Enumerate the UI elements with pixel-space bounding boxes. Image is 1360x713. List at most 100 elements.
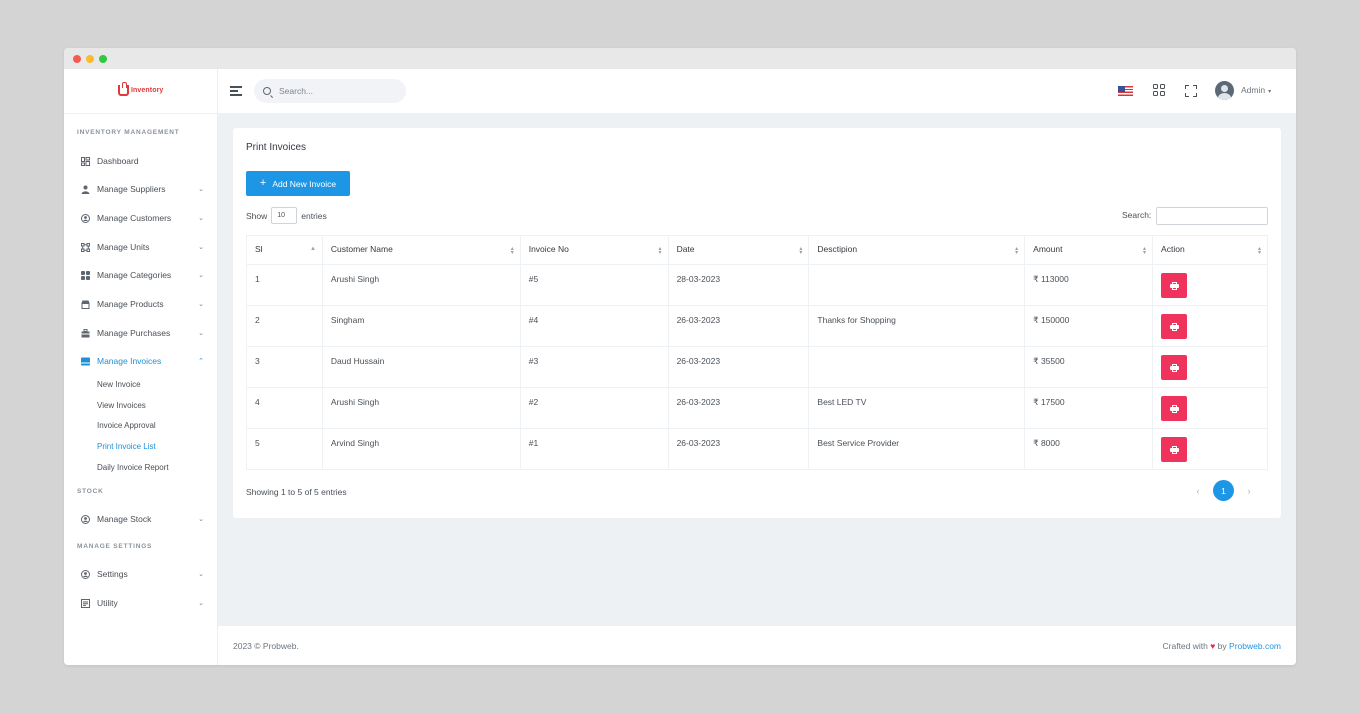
sidebar: Inventory INVENTORY MANAGEMENT Dashboard… (64, 69, 218, 665)
table-row: 3 Daud Hussain #3 26-03-2023 ₹ 35500 (246, 346, 1268, 388)
column-header-sl[interactable]: Sl ▲ (246, 235, 323, 265)
sidebar-subitem-new-invoice[interactable]: New Invoice (97, 380, 141, 389)
cell-amount: ₹ 35500 (1024, 346, 1154, 388)
table-search-input[interactable] (1156, 207, 1268, 225)
sidebar-item-label: Manage Suppliers (97, 184, 166, 194)
column-header-action[interactable]: Action ▴ ▾ (1152, 235, 1268, 265)
cell-description (808, 346, 1026, 388)
sidebar-item-units[interactable]: Manage Units ⌄ (80, 240, 204, 254)
logo-icon (118, 82, 129, 96)
top-search[interactable] (254, 79, 406, 103)
cell-customer: Daud Hussain (321, 346, 521, 388)
footer-credit: Crafted with ♥ by Probweb.com (1163, 641, 1281, 651)
cell-sl: 2 (246, 305, 323, 347)
sort-icon: ▴ ▾ (1015, 246, 1019, 257)
print-invoice-button[interactable] (1161, 314, 1188, 339)
sidebar-subitem-view-invoices[interactable]: View Invoices (97, 401, 146, 410)
print-invoice-button[interactable] (1161, 437, 1188, 462)
cell-date: 26-03-2023 (667, 387, 810, 429)
printer-icon (1169, 281, 1179, 290)
table-search-label: Search: (1122, 210, 1152, 220)
print-invoice-button[interactable] (1161, 273, 1188, 298)
sidebar-item-label: Manage Purchases (97, 328, 171, 338)
printer-icon (1169, 363, 1179, 372)
logo[interactable]: Inventory (118, 82, 163, 96)
apps-icon[interactable] (1153, 84, 1165, 96)
menu-title-inventory: INVENTORY MANAGEMENT (77, 129, 180, 136)
sidebar-item-label: Manage Stock (97, 514, 152, 524)
sidebar-item-label: Utility (97, 598, 118, 608)
sidebar-item-invoices[interactable]: Manage Invoices ⌃ (80, 354, 204, 368)
user-name: Admin (1241, 85, 1266, 95)
avatar[interactable] (1215, 81, 1234, 100)
sidebar-subitem-invoice-approval[interactable]: Invoice Approval (97, 421, 156, 430)
menu-title-settings: MANAGE SETTINGS (77, 543, 153, 550)
table-header-row: Sl ▲ Customer Name ▴ ▾ Invoice No ▴ ▾ Date ▴ ▾ … (246, 235, 1268, 265)
sidebar-item-suppliers[interactable]: Manage Suppliers ⌄ (80, 182, 204, 196)
cell-action (1152, 428, 1268, 470)
add-new-invoice-button[interactable]: + Add New Invoice (246, 171, 350, 196)
user-menu[interactable]: Admin ▾ (1241, 85, 1271, 95)
column-header-amount[interactable]: Amount ▴ ▾ (1024, 235, 1154, 265)
sidebar-item-settings[interactable]: Settings ⌄ (80, 567, 204, 581)
page-1-button[interactable]: 1 (1213, 480, 1234, 501)
sidebar-item-categories[interactable]: Manage Categories ⌄ (80, 268, 204, 282)
stock-icon (80, 514, 90, 524)
sidebar-item-products[interactable]: Manage Products ⌄ (80, 297, 204, 311)
heart-icon: ♥ (1210, 641, 1216, 651)
cell-customer: Arvind Singh (321, 428, 521, 470)
minimize-window-button[interactable] (86, 55, 94, 63)
sort-icon: ▴ ▾ (1257, 246, 1261, 257)
sort-asc-icon: ▲ (309, 246, 316, 252)
sort-icon: ▴ ▾ (799, 246, 803, 257)
maximize-window-button[interactable] (99, 55, 107, 63)
search-input[interactable] (279, 86, 399, 96)
chevron-down-icon: ⌄ (198, 244, 204, 251)
chevron-down-icon: ⌄ (198, 186, 204, 193)
entries-select[interactable]: 10 (271, 207, 298, 224)
print-invoice-button[interactable] (1161, 355, 1188, 380)
sort-icon: ▴ ▾ (510, 246, 514, 257)
topbar: Admin▾ (218, 69, 1296, 113)
cell-date: 26-03-2023 (667, 346, 810, 388)
sidebar-item-customers[interactable]: Manage Customers ⌄ (80, 211, 204, 225)
sidebar-item-utility[interactable]: Utility ⌄ (80, 596, 204, 610)
previous-page-button[interactable]: ‹ (1193, 486, 1203, 496)
cell-sl: 4 (246, 387, 323, 429)
logo-divider (64, 113, 218, 114)
cell-customer: Singham (321, 305, 521, 347)
sidebar-item-label: Manage Units (97, 242, 150, 252)
cell-invoice: #2 (519, 387, 669, 429)
sidebar-subitem-print-invoice-list[interactable]: Print Invoice List (97, 442, 156, 451)
print-invoice-button[interactable] (1161, 396, 1188, 421)
column-header-invoice[interactable]: Invoice No ▴ ▾ (519, 235, 669, 265)
probweb-link[interactable]: Probweb.com (1229, 641, 1281, 651)
fullscreen-icon[interactable] (1185, 85, 1197, 97)
next-page-button[interactable]: › (1244, 486, 1254, 496)
chevron-down-icon: ⌄ (198, 516, 204, 523)
column-header-customer[interactable]: Customer Name ▴ ▾ (321, 235, 521, 265)
column-header-description[interactable]: Desctipion ▴ ▾ (808, 235, 1026, 265)
footer: 2023 © Probweb. Crafted with ♥ by Probwe… (218, 626, 1296, 665)
cell-date: 26-03-2023 (667, 428, 810, 470)
printer-icon (1169, 322, 1179, 331)
cell-description: Thanks for Shopping (808, 305, 1026, 347)
cell-invoice: #4 (519, 305, 669, 347)
sidebar-item-dashboard[interactable]: Dashboard (80, 154, 204, 168)
sidebar-subitem-daily-invoice-report[interactable]: Daily Invoice Report (97, 463, 169, 472)
entries-label: entries (301, 210, 327, 221)
sidebar-item-stock[interactable]: Manage Stock ⌄ (80, 512, 204, 526)
close-window-button[interactable] (73, 55, 81, 63)
sort-icon: ▴ ▾ (658, 246, 662, 257)
cell-action (1152, 264, 1268, 306)
table-info: Showing 1 to 5 of 5 entries (246, 487, 347, 497)
sidebar-item-purchases[interactable]: Manage Purchases ⌄ (80, 326, 204, 340)
us-flag-icon[interactable] (1118, 86, 1133, 96)
plus-icon: + (259, 177, 267, 189)
column-header-date[interactable]: Date ▴ ▾ (667, 235, 810, 265)
menu-toggle-icon[interactable] (230, 86, 242, 96)
invoice-table: Sl ▲ Customer Name ▴ ▾ Invoice No ▴ ▾ Date ▴ ▾ … (246, 235, 1268, 470)
chevron-down-icon: ▾ (1268, 89, 1272, 95)
by-text: by (1217, 641, 1227, 651)
cell-description: Best Service Provider (808, 428, 1026, 470)
